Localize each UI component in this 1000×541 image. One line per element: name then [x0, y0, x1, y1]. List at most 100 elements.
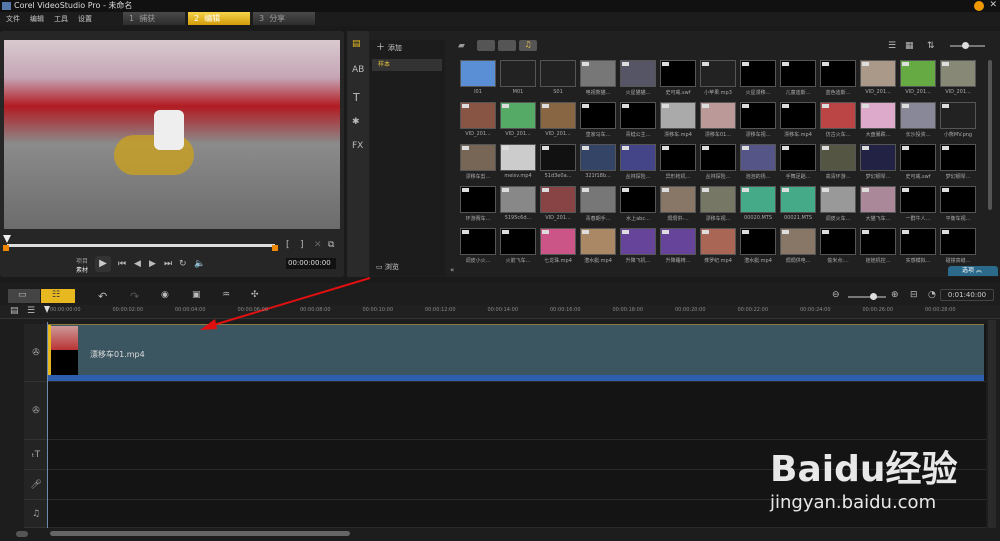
trim-start-handle[interactable] [3, 245, 9, 251]
mode-project[interactable]: 项目 [76, 256, 88, 265]
media-thumbnail[interactable] [660, 60, 696, 87]
media-thumbnail[interactable] [820, 144, 856, 171]
microphone-icon[interactable]: 🎤︎ [30, 480, 41, 490]
media-thumbnail[interactable] [660, 102, 696, 129]
media-thumbnail[interactable] [940, 102, 976, 129]
media-thumbnail[interactable] [500, 102, 536, 129]
transition-icon[interactable]: AB [352, 65, 364, 75]
media-thumbnail[interactable] [500, 144, 536, 171]
enlarge-icon[interactable]: ⧉ [328, 240, 334, 250]
show-audio-toggle[interactable]: ♫ [519, 40, 537, 51]
add-folder-button[interactable]: ＋ 添加 [376, 40, 402, 53]
zoom-in-icon[interactable]: ⊕ [891, 290, 899, 300]
browse-button[interactable]: ▭ 浏览 [376, 262, 399, 272]
timeline-zoom-pill[interactable] [16, 531, 28, 537]
media-thumbnail[interactable] [820, 102, 856, 129]
media-thumbnail[interactable] [780, 186, 816, 213]
show-videos-toggle[interactable] [477, 40, 495, 51]
repeat-icon[interactable]: ↻ [179, 259, 187, 269]
filter-fx-icon[interactable]: FX [352, 141, 363, 151]
media-thumbnail[interactable] [740, 102, 776, 129]
media-thumbnail[interactable] [900, 144, 936, 171]
collapse-icon[interactable]: « [450, 266, 454, 274]
volume-icon[interactable]: 🔈 [194, 259, 205, 269]
list-view-icon[interactable]: ☰ [888, 41, 896, 51]
menu-tools[interactable]: 工具 [54, 14, 68, 24]
media-thumbnail[interactable] [620, 102, 656, 129]
media-thumbnail[interactable] [700, 186, 736, 213]
media-thumbnail[interactable] [460, 186, 496, 213]
media-thumbnail[interactable] [740, 60, 776, 87]
media-thumbnail[interactable] [620, 228, 656, 255]
options-button[interactable]: 选项 ︽ [948, 266, 998, 276]
overlay-track[interactable] [48, 382, 986, 440]
media-thumbnail[interactable] [860, 186, 896, 213]
tab-capture[interactable]: 1 捕获 [123, 12, 185, 25]
mode-clip[interactable]: 素材 [76, 265, 88, 274]
media-thumbnail[interactable] [780, 102, 816, 129]
media-thumbnail[interactable] [620, 60, 656, 87]
media-thumbnail[interactable] [860, 60, 896, 87]
media-thumbnail[interactable] [700, 144, 736, 171]
media-thumbnail[interactable] [460, 60, 496, 87]
media-thumbnail[interactable] [780, 60, 816, 87]
go-end-icon[interactable]: ⏭ [164, 259, 172, 269]
media-thumbnail[interactable] [740, 186, 776, 213]
media-thumbnail[interactable] [860, 144, 896, 171]
media-thumbnail[interactable] [860, 102, 896, 129]
play-button[interactable]: ▶ [95, 256, 111, 272]
tab-edit[interactable]: 2 编辑 [188, 12, 250, 25]
media-thumbnail[interactable] [860, 228, 896, 255]
music-track-icon[interactable]: ♫ [32, 509, 40, 519]
media-thumbnail[interactable] [780, 144, 816, 171]
media-thumbnail[interactable] [580, 144, 616, 171]
library-scrollbar[interactable] [988, 60, 992, 210]
overlay-track-icon[interactable]: ✇ [32, 406, 40, 416]
split-icon[interactable]: ✕ [314, 240, 322, 250]
media-thumbnail[interactable] [620, 186, 656, 213]
media-thumbnail[interactable] [940, 60, 976, 87]
media-thumbnail[interactable] [500, 60, 536, 87]
media-thumbnail[interactable] [820, 186, 856, 213]
media-thumbnail[interactable] [900, 60, 936, 87]
scrub-bar[interactable] [7, 244, 275, 247]
media-thumbnail[interactable] [900, 102, 936, 129]
folder-item[interactable]: 样本 [372, 59, 442, 71]
trim-end-handle[interactable] [272, 245, 278, 251]
thumb-view-icon[interactable]: ▦ [905, 41, 914, 51]
title-icon[interactable]: T [353, 91, 360, 104]
timeline-h-scrollbar[interactable] [50, 531, 350, 536]
media-thumbnail[interactable] [540, 102, 576, 129]
chapter-icon[interactable]: ☰ [27, 306, 35, 316]
timeline-v-scrollbar[interactable] [988, 320, 996, 528]
media-thumbnail[interactable] [540, 144, 576, 171]
media-thumbnail[interactable] [940, 228, 976, 255]
media-thumbnail[interactable] [780, 228, 816, 255]
media-thumbnail[interactable] [500, 186, 536, 213]
video-clip[interactable]: 漂移车01.mp4 [48, 324, 984, 381]
tab-share[interactable]: 3 分享 [253, 12, 315, 25]
next-frame-icon[interactable]: ▶ [149, 259, 156, 269]
show-photos-toggle[interactable] [498, 40, 516, 51]
media-thumbnail[interactable] [740, 228, 776, 255]
media-thumbnail[interactable] [460, 102, 496, 129]
zoom-out-icon[interactable]: ⊖ [832, 290, 840, 300]
media-thumbnail[interactable] [460, 228, 496, 255]
media-thumbnail[interactable] [540, 228, 576, 255]
media-thumbnail[interactable] [660, 228, 696, 255]
thumb-size-slider[interactable] [950, 42, 985, 49]
media-thumbnail[interactable] [940, 186, 976, 213]
redo-icon[interactable]: ↷ [130, 290, 139, 303]
zoom-slider[interactable] [848, 293, 886, 300]
mark-in-button[interactable]: [ [286, 240, 290, 250]
prev-frame-icon[interactable]: ◀ [134, 259, 141, 269]
menu-edit[interactable]: 编辑 [30, 14, 44, 24]
menu-settings[interactable]: 设置 [78, 14, 92, 24]
media-thumbnail[interactable] [540, 60, 576, 87]
title-track-icon[interactable]: ₜT [32, 450, 40, 460]
media-thumbnail[interactable] [580, 60, 616, 87]
timecode-field[interactable]: 00:00:00:00 [286, 258, 336, 269]
folder-icon[interactable]: ▰ [458, 41, 465, 51]
undo-icon[interactable]: ↶ [98, 290, 107, 303]
mark-out-button[interactable]: ] [300, 240, 304, 250]
